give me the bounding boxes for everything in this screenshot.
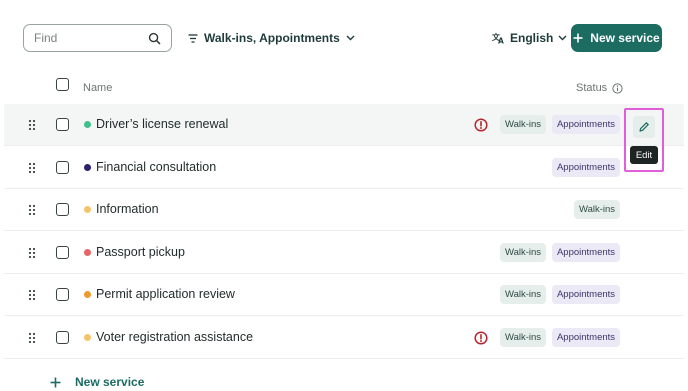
row-checkbox[interactable] — [56, 288, 69, 302]
services-panel: Walk-ins, Appointments 文 A English New s… — [4, 4, 684, 391]
appointments-badge: Appointments — [552, 285, 620, 305]
chevron-down-icon — [558, 35, 567, 41]
drag-handle-icon[interactable] — [28, 162, 36, 174]
table-row[interactable]: Passport pickup Walk-ins Appointments — [4, 232, 684, 274]
service-name: Driver’s license renewal — [96, 117, 229, 131]
column-header-status-label: Status — [576, 82, 608, 94]
edit-button[interactable] — [633, 116, 655, 138]
appointments-badge: Appointments — [552, 115, 620, 134]
new-service-button[interactable]: New service — [571, 24, 662, 52]
filter-icon — [188, 33, 198, 43]
plus-icon — [573, 33, 583, 43]
color-dot — [84, 206, 91, 214]
new-service-button-label: New service — [590, 31, 660, 45]
info-icon[interactable] — [612, 82, 623, 94]
search-input[interactable] — [34, 31, 161, 45]
warning-icon[interactable] — [474, 118, 488, 132]
pencil-icon — [639, 122, 649, 132]
language-dropdown[interactable]: 文 A English — [492, 26, 567, 50]
walk-ins-badge: Walk-ins — [500, 285, 546, 305]
table-row[interactable]: Permit application review Walk-ins Appoint… — [4, 274, 684, 317]
select-all-checkbox[interactable] — [56, 78, 69, 91]
chevron-down-icon — [346, 35, 355, 41]
color-dot — [84, 248, 91, 256]
translate-icon: 文 A — [492, 32, 504, 45]
language-label: English — [510, 31, 554, 45]
filter-label: Walk-ins, Appointments — [204, 31, 340, 45]
service-name: Passport pickup — [96, 244, 185, 259]
service-name: Information — [96, 202, 159, 217]
drag-handle-icon[interactable] — [28, 247, 36, 259]
drag-handle-icon[interactable] — [28, 119, 36, 131]
warning-icon[interactable] — [474, 331, 488, 345]
appointments-badge: Appointments — [552, 328, 620, 347]
drag-handle-icon[interactable] — [28, 204, 36, 216]
drag-handle-icon[interactable] — [28, 289, 36, 301]
color-dot — [84, 291, 91, 299]
row-checkbox[interactable] — [56, 160, 69, 174]
service-name: Permit application review — [96, 287, 235, 302]
edit-tooltip: Edit — [630, 146, 658, 164]
row-checkbox[interactable] — [56, 203, 69, 217]
color-dot — [84, 163, 91, 171]
column-header-status[interactable]: Status — [576, 82, 623, 94]
walk-ins-badge: Walk-ins — [500, 115, 546, 134]
service-name: Voter registration assistance — [96, 330, 254, 344]
add-service-label: New service — [75, 375, 145, 389]
row-checkbox[interactable] — [56, 118, 69, 131]
status-filter-dropdown[interactable]: Walk-ins, Appointments — [188, 26, 355, 50]
add-service-link[interactable]: New service — [50, 372, 144, 391]
search-box[interactable] — [23, 24, 172, 52]
row-checkbox[interactable] — [56, 245, 69, 259]
walk-ins-badge: Walk-ins — [500, 242, 546, 262]
row-checkbox[interactable] — [56, 331, 69, 344]
table-row[interactable]: Voter registration assistance Walk-ins App… — [4, 317, 684, 359]
plus-icon — [50, 377, 61, 387]
walk-ins-badge: Walk-ins — [574, 200, 620, 220]
table-row[interactable]: Information Walk-ins — [4, 189, 684, 232]
table-row[interactable]: Financial consultation Appointments — [4, 147, 684, 189]
table-row[interactable]: Driver’s license renewal Walk-ins Appointm… — [4, 104, 684, 146]
color-dot — [84, 121, 91, 128]
table-header: Name Status — [4, 68, 684, 102]
appointments-badge: Appointments — [552, 157, 620, 177]
column-header-name[interactable]: Name — [83, 82, 112, 94]
svg-text:A: A — [498, 37, 504, 45]
edit-highlight: Edit — [624, 108, 664, 172]
color-dot — [84, 334, 91, 341]
search-icon[interactable] — [148, 32, 161, 45]
appointments-badge: Appointments — [552, 242, 620, 262]
service-name: Financial consultation — [96, 159, 217, 174]
walk-ins-badge: Walk-ins — [500, 328, 546, 347]
drag-handle-icon[interactable] — [28, 332, 36, 344]
